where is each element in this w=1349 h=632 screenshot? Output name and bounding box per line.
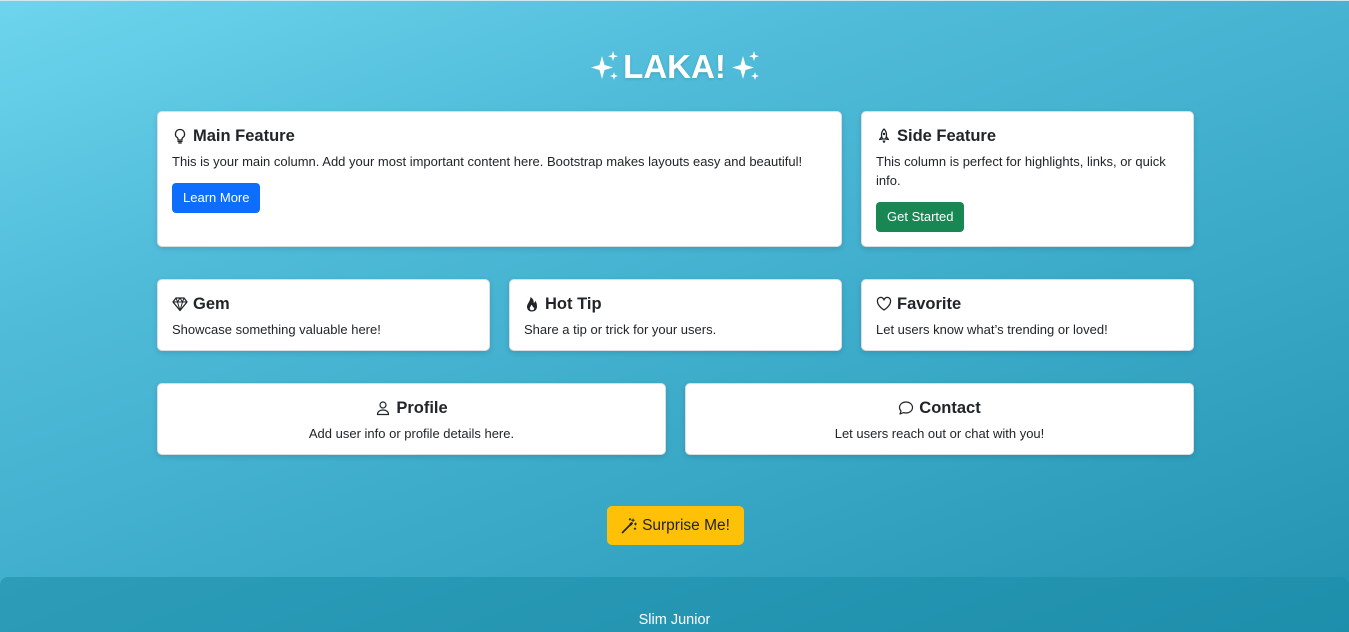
contact-title: Contact (919, 399, 981, 417)
gem-title: Gem (193, 295, 230, 313)
hot-tip-title: Hot Tip (545, 295, 602, 313)
gem-text: Showcase something valuable here! (172, 322, 381, 337)
chat-icon (898, 400, 914, 416)
profile-title: Profile (396, 399, 448, 417)
main-feature-title: Main Feature (193, 127, 295, 145)
footer: Slim Junior (0, 577, 1349, 632)
surprise-me-button[interactable]: Surprise Me! (607, 506, 744, 545)
hot-tip-heading: Hot Tip (524, 294, 827, 314)
main-feature-text: This is your main column. Add your most … (172, 154, 803, 169)
contact-card: Contact Let users reach out or chat with… (685, 383, 1194, 455)
profile-heading: Profile (172, 398, 651, 418)
favorite-heading: Favorite (876, 294, 1179, 314)
hot-tip-card: Hot Tip Share a tip or trick for your us… (509, 279, 842, 351)
top-border (0, 0, 1349, 1)
main-feature-heading: Main Feature (172, 126, 827, 146)
sparkles-icon (730, 50, 760, 84)
hot-tip-text: Share a tip or trick for your users. (524, 322, 717, 337)
person-icon (375, 400, 391, 416)
footer-text: Slim Junior (638, 612, 711, 628)
side-feature-heading: Side Feature (876, 126, 1179, 146)
heart-icon (876, 296, 892, 312)
lightbulb-icon (172, 128, 188, 144)
rocket-icon (876, 128, 892, 144)
fire-icon (524, 296, 540, 312)
gem-card: Gem Showcase something valuable here! (157, 279, 490, 351)
gem-heading: Gem (172, 294, 475, 314)
get-started-button[interactable]: Get Started (876, 202, 965, 232)
sparkles-icon (589, 50, 619, 84)
hero-title-text: LAKA! (623, 48, 726, 86)
favorite-title: Favorite (897, 295, 962, 313)
side-feature-title: Side Feature (897, 127, 997, 145)
contact-heading: Contact (700, 398, 1179, 418)
page-title: LAKA! (0, 44, 1349, 88)
learn-more-button[interactable]: Learn More (172, 183, 261, 213)
side-feature-text: This column is perfect for highlights, l… (876, 154, 1166, 188)
profile-card: Profile Add user info or profile details… (157, 383, 666, 455)
favorite-card: Favorite Let users know what’s trending … (861, 279, 1194, 351)
main-feature-card: Main Feature This is your main column. A… (157, 111, 842, 247)
profile-text: Add user info or profile details here. (308, 426, 515, 441)
surprise-me-label: Surprise Me! (642, 516, 730, 534)
side-feature-card: Side Feature This column is perfect for … (861, 111, 1194, 247)
gem-icon (172, 296, 188, 312)
favorite-text: Let users know what’s trending or loved! (876, 322, 1108, 337)
contact-text: Let users reach out or chat with you! (834, 426, 1045, 441)
magic-wand-icon (621, 518, 638, 534)
